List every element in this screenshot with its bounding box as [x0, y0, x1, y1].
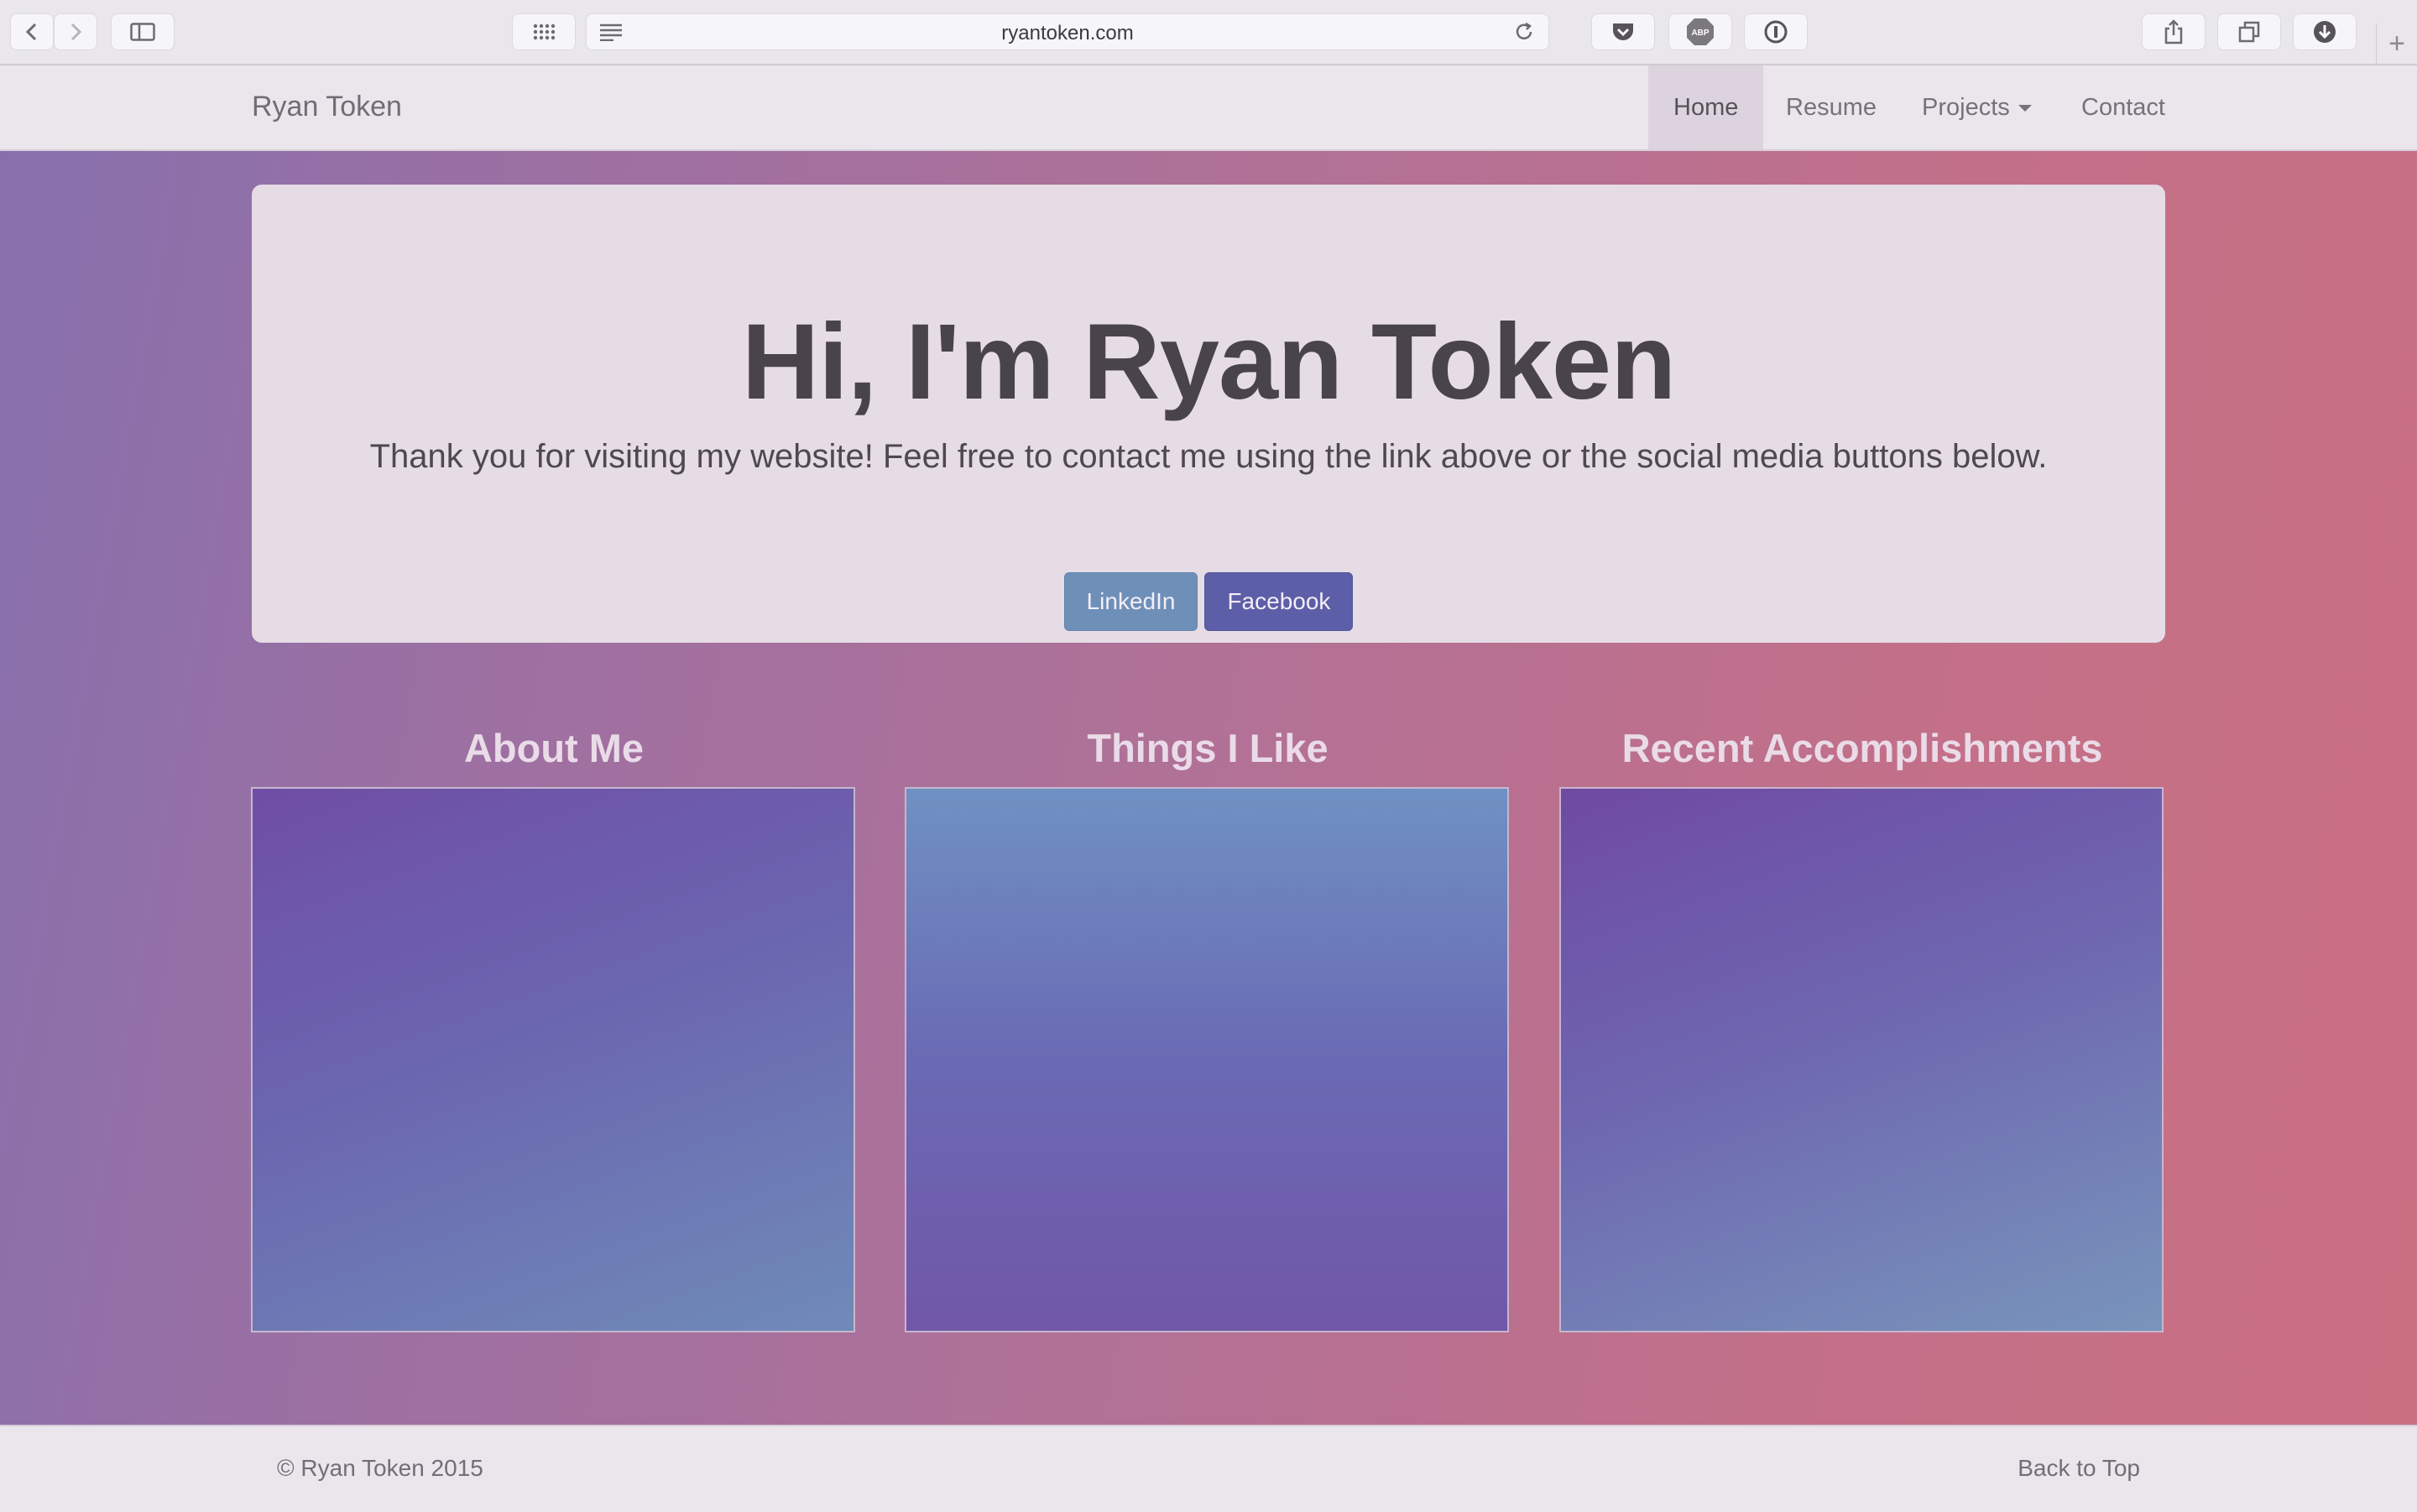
url-text[interactable]: ryantoken.com — [587, 22, 1548, 45]
hero-jumbotron: Hi, I'm Ryan Token Thank you for visitin… — [252, 185, 2165, 643]
sidebar-button[interactable] — [111, 13, 175, 50]
download-icon — [2314, 21, 2336, 43]
nav-home[interactable]: Home — [1648, 65, 1764, 149]
chevron-right-icon — [70, 23, 82, 41]
back-button[interactable] — [10, 13, 54, 50]
nav-resume[interactable]: Resume — [1761, 65, 1902, 149]
svg-text:ABP: ABP — [1691, 29, 1709, 38]
plus-icon: + — [2388, 28, 2405, 60]
adblock-button[interactable]: ABP — [1668, 13, 1732, 50]
share-button[interactable] — [2142, 13, 2206, 50]
copyright-text: © Ryan Token 2015 — [277, 1455, 483, 1481]
nav-projects-label: Projects — [1922, 94, 2010, 121]
accomplishments-panel — [1559, 787, 2164, 1332]
reload-button[interactable] — [1513, 21, 1535, 47]
nav-projects[interactable]: Projects — [1897, 65, 2057, 149]
site-brand[interactable]: Ryan Token — [252, 91, 402, 123]
reload-icon — [1516, 22, 1532, 39]
new-tab-button[interactable]: + — [2376, 23, 2417, 64]
section-title-about: About Me — [463, 726, 645, 770]
chevron-left-icon — [25, 23, 37, 41]
hero-subtitle: Thank you for visiting my website! Feel … — [369, 438, 2048, 475]
likes-panel — [905, 787, 1509, 1332]
web-page: Ryan Token Home Resume Projects Contact … — [0, 65, 2417, 1512]
abp-icon: ABP — [1687, 18, 1714, 45]
pocket-icon — [1613, 23, 1633, 40]
caret-down-icon — [2018, 105, 2032, 112]
grid-icon — [533, 23, 556, 40]
facebook-button[interactable]: Facebook — [1204, 572, 1354, 631]
hero-title: Hi, I'm Ryan Token — [741, 302, 1677, 422]
share-icon — [2164, 19, 2183, 44]
linkedin-button[interactable]: LinkedIn — [1063, 572, 1198, 631]
sidebar-icon — [130, 23, 155, 41]
site-navbar: Ryan Token Home Resume Projects Contact — [0, 65, 2417, 151]
tabs-icon — [2238, 21, 2260, 43]
about-panel — [251, 787, 855, 1332]
social-buttons: LinkedIn Facebook — [252, 572, 2165, 631]
tabs-button[interactable] — [2217, 13, 2281, 50]
section-title-accomplishments: Recent Accomplishments — [1621, 726, 2103, 770]
forward-button[interactable] — [54, 13, 97, 50]
back-to-top-link[interactable]: Back to Top — [2018, 1455, 2140, 1482]
pocket-button[interactable] — [1591, 13, 1655, 50]
nav-contact[interactable]: Contact — [2056, 65, 2190, 149]
section-title-likes: Things I Like — [1087, 726, 1329, 770]
password-icon — [1764, 20, 1788, 44]
address-bar[interactable]: ryantoken.com — [586, 13, 1549, 50]
browser-toolbar: ryantoken.com ABP + — [0, 0, 2417, 65]
password-button[interactable] — [1744, 13, 1808, 50]
top-sites-button[interactable] — [512, 13, 576, 50]
downloads-button[interactable] — [2293, 13, 2357, 50]
site-footer: © Ryan Token 2015 Back to Top — [0, 1425, 2417, 1512]
